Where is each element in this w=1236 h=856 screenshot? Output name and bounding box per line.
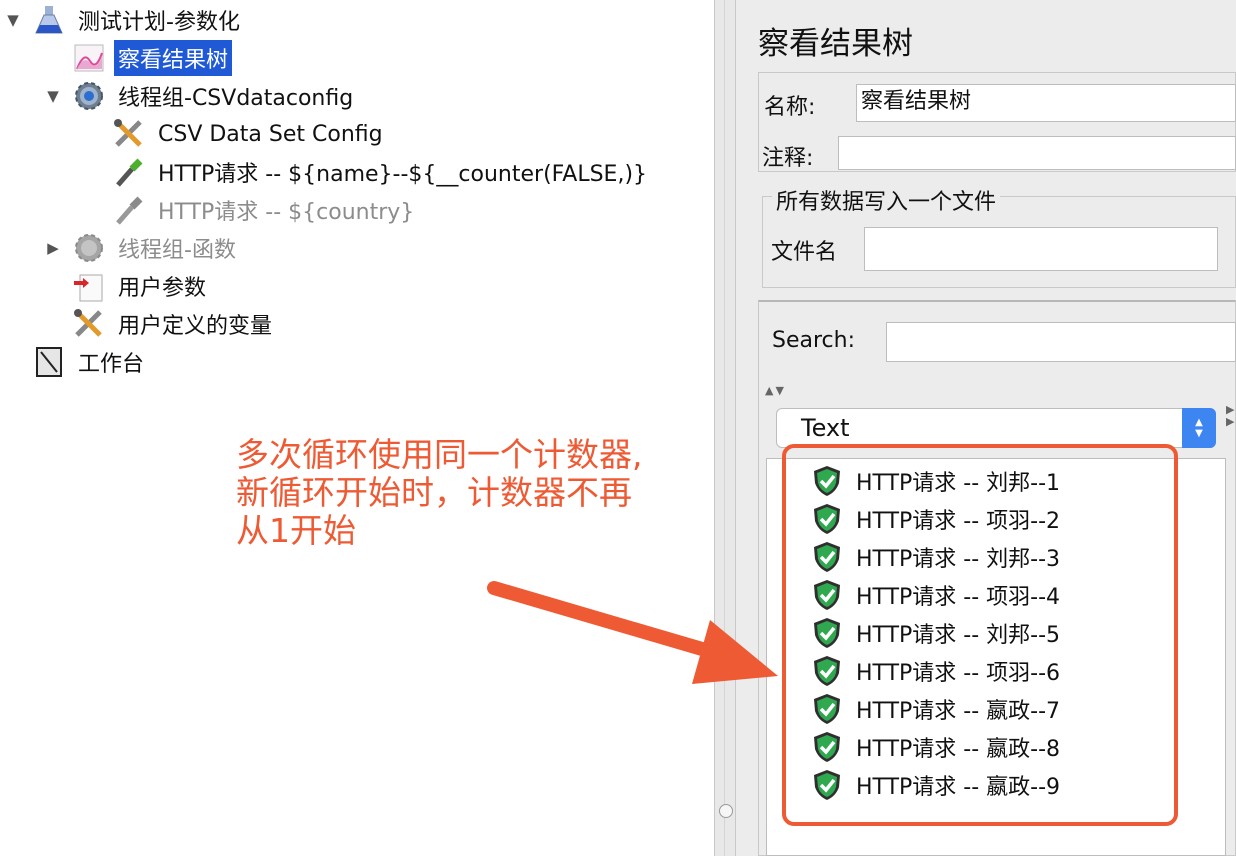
pipette-icon	[112, 193, 146, 227]
wrench-icon	[112, 117, 146, 151]
name-label: 名称:	[764, 95, 816, 120]
comment-input[interactable]	[838, 136, 1236, 170]
tree-node-label: 线程组-CSVdataconfig	[118, 86, 354, 111]
tree-node-label: HTTP请求 -- ${name}--${__counter(FALSE,)}	[158, 162, 648, 187]
gear-icon	[72, 79, 106, 113]
tree-node-label: HTTP请求 -- ${country}	[158, 200, 415, 225]
divider-line	[724, 0, 725, 856]
tree-node-test-plan[interactable]: ▼ 测试计划-参数化	[2, 1, 244, 39]
tree-node-csv-data-set-config[interactable]: CSV Data Set Config	[82, 115, 387, 153]
annotation-line: 从1开始	[236, 511, 356, 550]
pipette-icon	[112, 155, 146, 189]
tree-node-thread-group-function[interactable]: ▶ 线程组-函数	[42, 229, 240, 267]
search-label: Search:	[772, 328, 855, 353]
tree-node-label: 用户参数	[118, 276, 207, 301]
divider-handle[interactable]	[719, 804, 733, 818]
write-to-file-legend: 所有数据写入一个文件	[772, 184, 1001, 216]
gear-icon	[72, 231, 106, 265]
tree-node-label: 用户定义的变量	[118, 314, 273, 339]
filename-input[interactable]	[864, 227, 1218, 271]
annotation-arrow-icon	[487, 581, 778, 684]
tree-node-label: 察看结果树	[114, 40, 233, 76]
annotation-line: 多次循环使用同一个计数器,	[236, 435, 643, 474]
renderer-select[interactable]: Text ▲ ▼	[776, 408, 1216, 448]
tree-node-label: 线程组-函数	[118, 238, 236, 263]
annotation-line: 新循环开始时，计数器不再	[236, 473, 632, 512]
annotation-highlight-box	[782, 444, 1178, 826]
collapse-toggle-icon[interactable]: ▼	[2, 11, 24, 29]
panel-title: 察看结果树	[758, 26, 913, 62]
graph-icon	[72, 41, 106, 75]
flask-icon	[32, 3, 66, 37]
annotation-text: 多次循环使用同一个计数器, 新循环开始时，计数器不再 从1开始	[236, 436, 706, 550]
tree-node-label: 工作台	[78, 352, 145, 377]
wrench-icon	[72, 307, 106, 341]
split-pane-divider[interactable]	[714, 0, 736, 856]
select-arrows-icon[interactable]: ▲ ▼	[1182, 408, 1216, 448]
side-arrows-icon[interactable]: ▶ ▶	[1226, 404, 1234, 428]
expand-toggle-icon[interactable]: ▶	[42, 239, 64, 257]
workbench-icon	[32, 345, 66, 379]
tree-node-http-request-counter[interactable]: HTTP请求 -- ${name}--${__counter(FALSE,)}	[82, 153, 651, 191]
tree-node-thread-group-csv[interactable]: ▼ 线程组-CSVdataconfig	[42, 77, 357, 115]
renderer-selected-value: Text	[801, 414, 850, 442]
tree-node-http-request-country[interactable]: HTTP请求 -- ${country}	[82, 191, 418, 229]
tree-node-workbench[interactable]: 工作台	[2, 343, 148, 381]
filename-label: 文件名	[771, 240, 838, 265]
tree-node-label: CSV Data Set Config	[158, 121, 383, 147]
collapse-toggle-icon[interactable]: ▼	[42, 87, 64, 105]
search-input[interactable]	[886, 322, 1236, 362]
tree-node-view-results-tree[interactable]: 察看结果树	[42, 39, 233, 77]
test-plan-tree: ▼ 测试计划-参数化 察看结果树 ▼ 线程组-CSVdataconfig CSV…	[0, 0, 714, 856]
tree-node-user-defined-variables[interactable]: 用户定义的变量	[42, 305, 276, 343]
tree-node-user-parameters[interactable]: 用户参数	[42, 267, 210, 305]
pane-resize-arrows-icon[interactable]: ▲▼	[765, 384, 786, 397]
user-params-icon	[72, 269, 106, 303]
comment-label: 注释:	[762, 146, 814, 171]
tree-node-label: 测试计划-参数化	[78, 10, 240, 35]
name-input[interactable]: 察看结果树	[856, 84, 1236, 122]
